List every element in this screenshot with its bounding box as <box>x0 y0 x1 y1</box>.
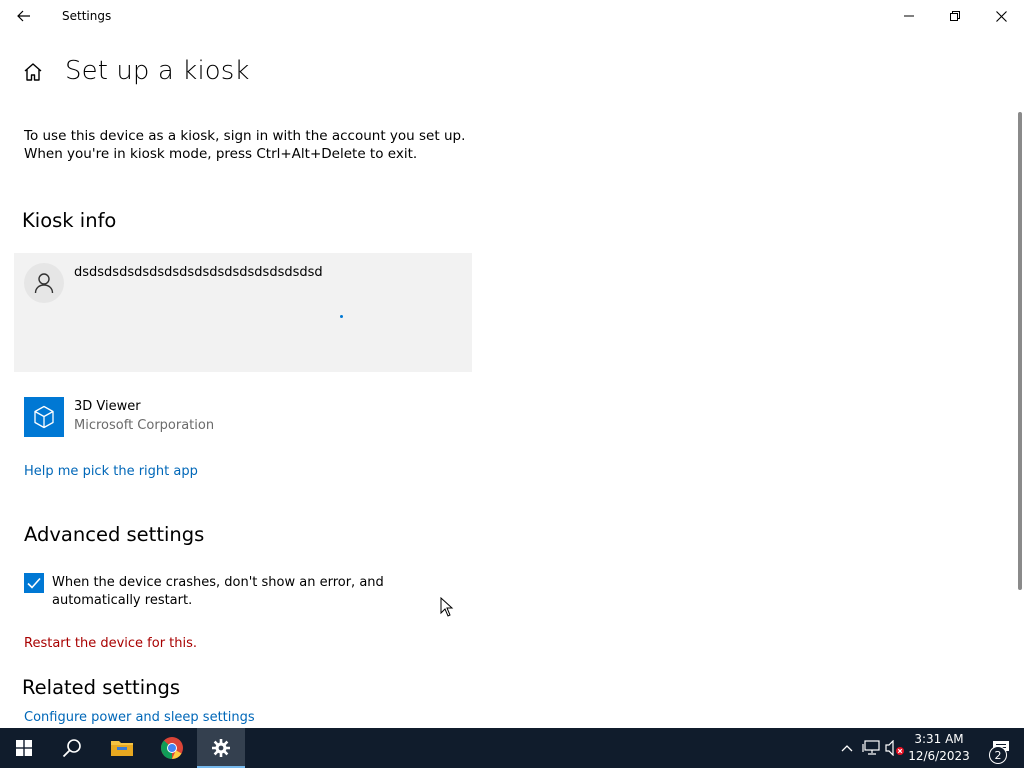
start-button[interactable] <box>0 728 48 768</box>
crash-restart-checkbox[interactable] <box>24 573 44 593</box>
kiosk-info-heading: Kiosk info <box>22 209 117 232</box>
avatar <box>24 263 64 303</box>
network-icon <box>862 740 880 755</box>
restart-notice: Restart the device for this. <box>24 636 198 651</box>
window-title: Settings <box>62 9 112 23</box>
home-icon <box>24 63 42 81</box>
file-explorer-icon <box>111 741 133 756</box>
search-button[interactable] <box>48 728 96 768</box>
volume-muted-icon <box>885 740 904 756</box>
taskbar: 3:31 AM 12/6/2023 2 <box>0 728 1024 768</box>
taskbar-clock[interactable]: 3:31 AM 12/6/2023 <box>908 731 970 765</box>
person-icon <box>34 273 54 294</box>
loading-indicator <box>340 315 343 318</box>
cube-icon <box>34 405 54 429</box>
minimize-icon <box>904 15 914 17</box>
home-button[interactable] <box>22 61 46 85</box>
kiosk-description: To use this device as a kiosk, sign in w… <box>24 128 466 162</box>
show-hidden-icons-button[interactable] <box>837 738 857 758</box>
clock-date: 12/6/2023 <box>908 749 970 763</box>
chevron-up-icon <box>841 745 853 752</box>
volume-button[interactable] <box>885 738 905 758</box>
close-icon <box>995 10 1007 22</box>
search-icon <box>62 739 81 758</box>
app-name[interactable]: 3D Viewer <box>74 399 141 414</box>
clock-time: 3:31 AM <box>914 732 964 746</box>
related-settings-heading: Related settings <box>22 676 181 699</box>
crash-restart-label[interactable]: When the device crashes, don't show an e… <box>52 574 462 610</box>
settings-gear-icon <box>212 739 230 757</box>
kiosk-account-card[interactable]: dsdsdsdsdsdsdsdsdsdsdsdsdsdsdsdsd <box>14 253 472 372</box>
chrome-icon <box>161 737 183 759</box>
account-name: dsdsdsdsdsdsdsdsdsdsdsdsdsdsdsdsd <box>74 265 323 280</box>
restore-button[interactable] <box>932 0 978 32</box>
title-bar: Settings <box>0 0 1024 32</box>
close-button[interactable] <box>978 0 1024 32</box>
chrome-button[interactable] <box>148 728 196 768</box>
power-sleep-link[interactable]: Configure power and sleep settings <box>24 710 255 725</box>
settings-taskbar-button[interactable] <box>197 728 245 768</box>
file-explorer-button[interactable] <box>98 728 146 768</box>
mouse-cursor-icon <box>440 597 454 617</box>
windows-start-icon <box>16 740 32 756</box>
back-button[interactable] <box>8 4 40 28</box>
scrollbar[interactable] <box>1018 112 1022 590</box>
help-pick-app-link[interactable]: Help me pick the right app <box>24 464 198 479</box>
minimize-button[interactable] <box>886 0 932 32</box>
app-publisher: Microsoft Corporation <box>74 418 215 433</box>
network-button[interactable] <box>861 738 881 758</box>
restore-icon <box>950 11 960 21</box>
checkmark-icon <box>27 577 41 589</box>
page-title: Set up a kiosk <box>65 56 250 86</box>
back-arrow-icon <box>17 10 30 22</box>
app-tile[interactable] <box>24 397 64 437</box>
advanced-settings-heading: Advanced settings <box>24 523 205 546</box>
notification-count-badge: 2 <box>989 746 1007 764</box>
